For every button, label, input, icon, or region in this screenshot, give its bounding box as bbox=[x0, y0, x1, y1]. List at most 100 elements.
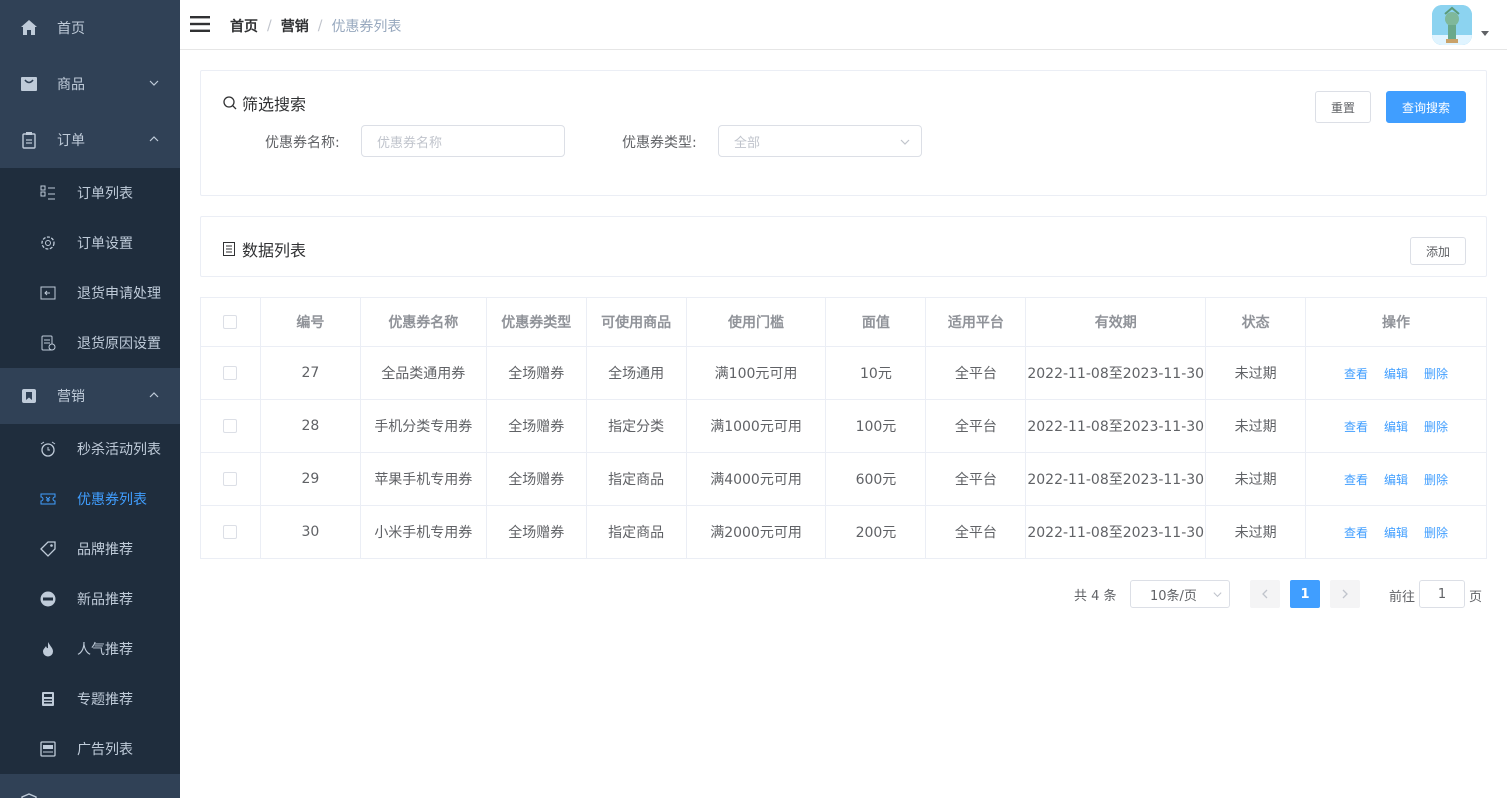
avatar[interactable] bbox=[1432, 5, 1472, 45]
prev-page-button[interactable] bbox=[1250, 580, 1280, 608]
cell-threshold: 满2000元可用 bbox=[685, 505, 827, 559]
delete-link[interactable]: 删除 bbox=[1424, 367, 1448, 381]
alarm-clock-icon bbox=[40, 441, 56, 457]
cell-value: 100元 bbox=[825, 399, 927, 453]
page-size-select[interactable]: 10条/页 bbox=[1130, 580, 1230, 608]
menu-order[interactable]: 订单 bbox=[0, 112, 180, 168]
sidebar-item-brand[interactable]: 品牌推荐 bbox=[0, 524, 180, 574]
column-header: 优惠券名称 bbox=[359, 297, 487, 347]
sidebar-item-order-list[interactable]: 订单列表 bbox=[0, 168, 180, 218]
delete-link[interactable]: 删除 bbox=[1424, 420, 1448, 434]
sidebar-item-label: 专题推荐 bbox=[77, 692, 133, 708]
breadcrumb-home[interactable]: 首页 bbox=[230, 16, 258, 36]
sidebar-item-hot[interactable]: 人气推荐 bbox=[0, 624, 180, 674]
cell-value: 600元 bbox=[825, 452, 927, 506]
coupon-type-select[interactable]: 全部 bbox=[718, 125, 922, 157]
sidebar-item-label: 订单设置 bbox=[77, 236, 133, 252]
view-link[interactable]: 查看 bbox=[1344, 526, 1368, 540]
cell-platform: 全平台 bbox=[925, 399, 1027, 453]
chevron-up-icon bbox=[149, 392, 159, 398]
reset-button[interactable]: 重置 bbox=[1315, 91, 1371, 123]
new-badge-icon bbox=[40, 591, 56, 607]
sidebar-item-order-settings[interactable]: 订单设置 bbox=[0, 218, 180, 268]
column-header: 使用门槛 bbox=[685, 297, 827, 347]
edit-link[interactable]: 编辑 bbox=[1384, 473, 1408, 487]
chevron-right-icon bbox=[1342, 589, 1348, 599]
select-all-checkbox[interactable] bbox=[223, 315, 238, 329]
sidebar-item-coupon-list[interactable]: 优惠券列表 bbox=[0, 474, 180, 524]
menu-order-label: 订单 bbox=[57, 133, 85, 149]
select-all-cell bbox=[200, 297, 261, 347]
chevron-down-icon bbox=[900, 139, 910, 145]
ad-icon bbox=[40, 741, 56, 757]
list-title: 数据列表 bbox=[222, 237, 306, 261]
sidebar-item-return-apply[interactable]: 退货申请处理 bbox=[0, 268, 180, 318]
sidebar-item-label: 品牌推荐 bbox=[77, 542, 133, 558]
cell-actions: 查看 编辑 删除 bbox=[1305, 452, 1487, 506]
order-submenu: 订单列表 订单设置 退货申请处理 退货原因设置 bbox=[0, 168, 180, 368]
goto-suffix: 页 bbox=[1469, 590, 1483, 605]
cell-platform: 全平台 bbox=[925, 346, 1027, 400]
cell-threshold: 满1000元可用 bbox=[685, 399, 827, 453]
row-checkbox[interactable] bbox=[223, 366, 238, 380]
marketing-submenu: 秒杀活动列表 优惠券列表 品牌推荐 新品推荐 人气推荐 专题推荐 广告列表 bbox=[0, 424, 180, 774]
chevron-down-icon bbox=[149, 80, 159, 86]
query-search-button[interactable]: 查询搜索 bbox=[1386, 91, 1466, 123]
column-header: 面值 bbox=[825, 297, 927, 347]
column-header: 操作 bbox=[1305, 297, 1487, 347]
sidebar-item-label: 退货申请处理 bbox=[77, 286, 161, 302]
caret-down-icon[interactable] bbox=[1481, 31, 1489, 36]
cell-name: 全品类通用券 bbox=[359, 346, 487, 400]
sidebar-item-return-reason[interactable]: 退货原因设置 bbox=[0, 318, 180, 368]
clipboard-icon bbox=[20, 131, 38, 149]
cell-goods: 指定商品 bbox=[585, 452, 687, 506]
cell-threshold: 满100元可用 bbox=[685, 346, 827, 400]
column-header: 编号 bbox=[259, 297, 361, 347]
hamburger-icon[interactable] bbox=[190, 15, 210, 33]
return-icon bbox=[40, 285, 56, 301]
tag-icon bbox=[40, 541, 56, 557]
coupon-icon bbox=[40, 491, 56, 507]
breadcrumb: 首页 / 营销 / 优惠券列表 bbox=[230, 16, 401, 36]
cell-value: 10元 bbox=[825, 346, 927, 400]
goto-prefix: 前往 bbox=[1389, 590, 1416, 605]
chevron-left-icon bbox=[1262, 589, 1268, 599]
edit-link[interactable]: 编辑 bbox=[1384, 526, 1408, 540]
menu-goods-label: 商品 bbox=[57, 77, 85, 93]
cell-name: 手机分类专用券 bbox=[359, 399, 487, 453]
cell-actions: 查看 编辑 删除 bbox=[1305, 399, 1487, 453]
sidebar-item-ad-list[interactable]: 广告列表 bbox=[0, 724, 180, 774]
row-checkbox[interactable] bbox=[223, 525, 238, 539]
breadcrumb-separator: / bbox=[267, 18, 272, 34]
menu-marketing[interactable]: 营销 bbox=[0, 368, 180, 424]
chevron-down-icon bbox=[1213, 592, 1222, 598]
coupon-table: 编号 优惠券名称 优惠券类型 可使用商品 使用门槛 面值 适用平台 有效期 状态… bbox=[200, 297, 1487, 559]
menu-partial-next[interactable] bbox=[0, 774, 180, 798]
sidebar-item-flash-sale[interactable]: 秒杀活动列表 bbox=[0, 424, 180, 474]
page-number[interactable]: 1 bbox=[1290, 580, 1320, 608]
row-checkbox[interactable] bbox=[223, 419, 238, 433]
delete-link[interactable]: 删除 bbox=[1424, 526, 1448, 540]
coupon-name-input[interactable]: 优惠券名称 bbox=[361, 125, 565, 157]
sidebar-item-new-product[interactable]: 新品推荐 bbox=[0, 574, 180, 624]
view-link[interactable]: 查看 bbox=[1344, 420, 1368, 434]
navbar: 首页 / 营销 / 优惠券列表 bbox=[180, 0, 1507, 50]
gear-icon bbox=[40, 235, 56, 251]
menu-home[interactable]: 首页 bbox=[0, 0, 180, 56]
shopping-bag-icon bbox=[20, 75, 38, 93]
cell-value: 200元 bbox=[825, 505, 927, 559]
sidebar-item-topic[interactable]: 专题推荐 bbox=[0, 674, 180, 724]
breadcrumb-marketing[interactable]: 营销 bbox=[281, 16, 309, 36]
row-checkbox[interactable] bbox=[223, 472, 238, 486]
goto-page-input[interactable]: 1 bbox=[1419, 580, 1465, 608]
view-link[interactable]: 查看 bbox=[1344, 367, 1368, 381]
menu-goods[interactable]: 商品 bbox=[0, 56, 180, 112]
edit-link[interactable]: 编辑 bbox=[1384, 367, 1408, 381]
edit-link[interactable]: 编辑 bbox=[1384, 420, 1408, 434]
add-button[interactable]: 添加 bbox=[1410, 237, 1466, 265]
view-link[interactable]: 查看 bbox=[1344, 473, 1368, 487]
delete-link[interactable]: 删除 bbox=[1424, 473, 1448, 487]
next-page-button[interactable] bbox=[1330, 580, 1360, 608]
list-card: 数据列表 添加 bbox=[200, 216, 1487, 277]
column-header: 有效期 bbox=[1025, 297, 1207, 347]
